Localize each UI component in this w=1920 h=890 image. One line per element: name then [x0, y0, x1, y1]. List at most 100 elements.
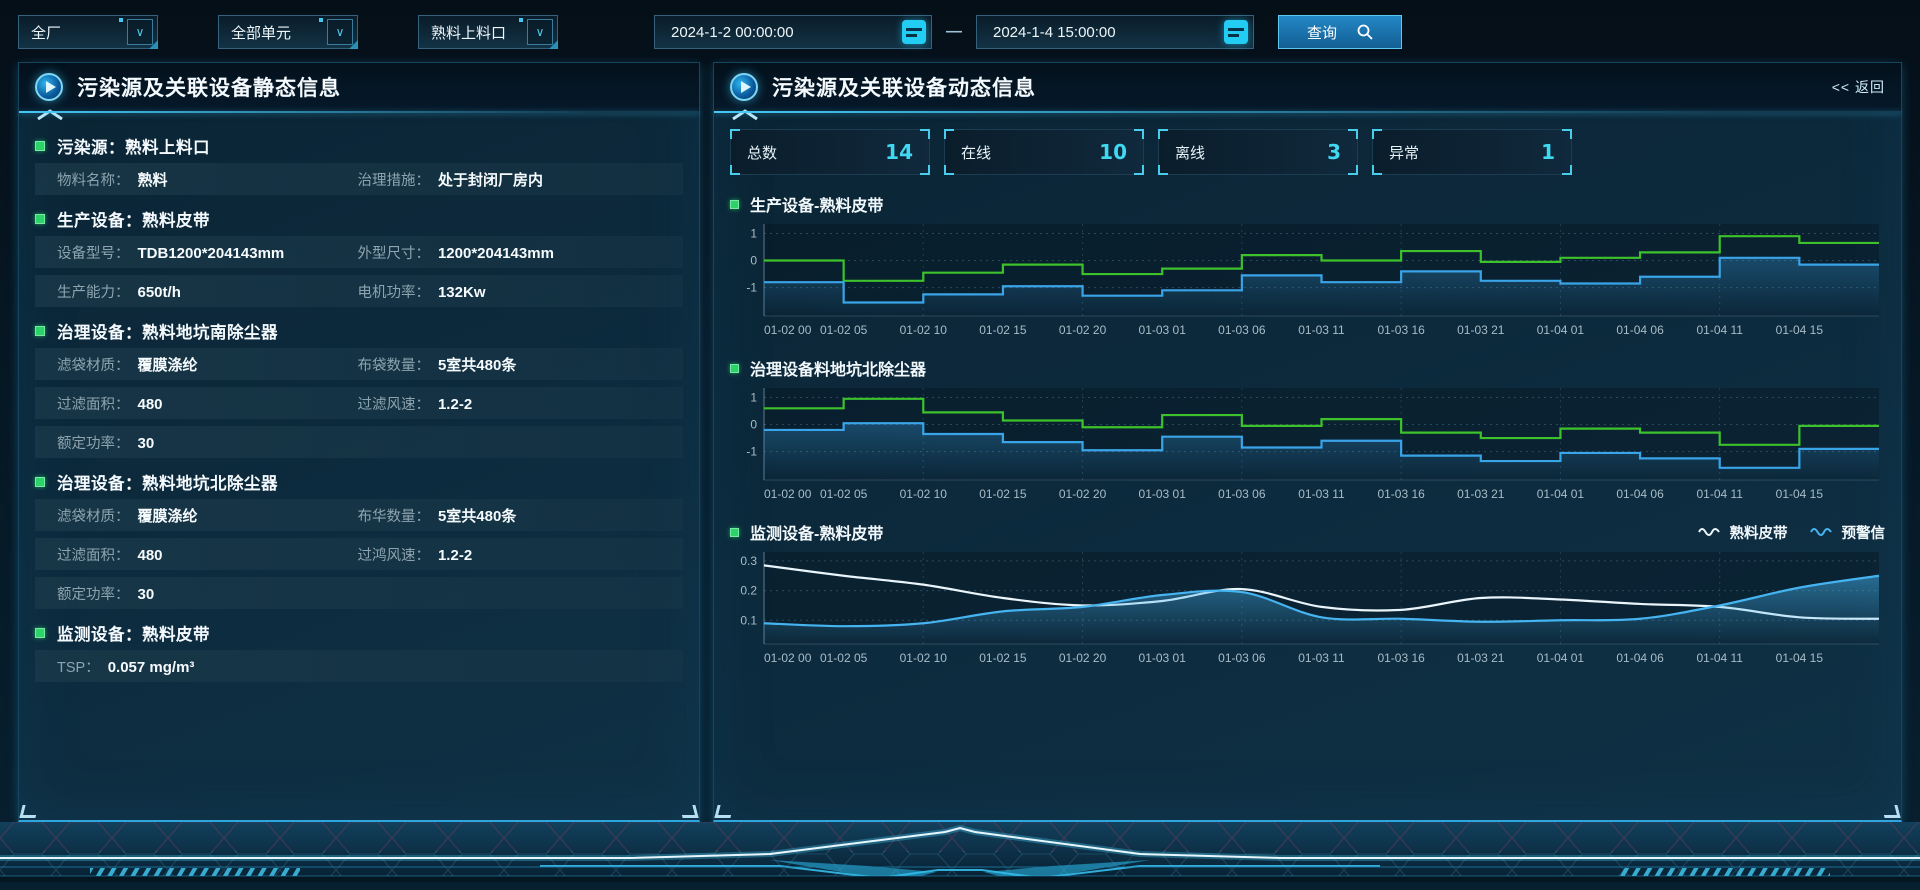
corner-bracket — [730, 129, 740, 139]
data-row: 过滤面积：480过滤风速：1.2-2 — [35, 387, 683, 419]
svg-text:01-03 21: 01-03 21 — [1457, 651, 1505, 665]
chart-title-row: 生产设备-熟料皮带 — [730, 191, 1885, 217]
end-datetime-value: 2024-1-4 15:00:00 — [993, 24, 1116, 41]
chevron-down-icon[interactable]: ∨ — [327, 19, 353, 45]
main-content: 污染源及关联设备静态信息 污染源：熟料上料口物料名称：熟料治理措施：处于封闭厂房… — [0, 54, 1920, 822]
charts-container: 生产设备-熟料皮带 10-101-02 0001-02 0501-02 1001-… — [730, 191, 1885, 670]
legend-item-熟料皮带[interactable]: 熟料皮带 — [1698, 522, 1788, 543]
svg-text:01-03 06: 01-03 06 — [1218, 323, 1266, 337]
chart-title: 监测设备-熟料皮带 — [750, 520, 883, 544]
corner-bracket — [944, 165, 954, 175]
svg-text:0.2: 0.2 — [740, 584, 757, 598]
field: 过鸿风速： 1.2-2 — [357, 544, 472, 565]
select-pollution-source-value: 熟料上料口 — [431, 22, 527, 43]
field: 滤袋材质：覆膜涤纶 — [57, 354, 357, 375]
legend-label: 预警信 — [1842, 522, 1886, 543]
field: TSP：0.057 mg/m³ — [57, 656, 357, 677]
field: 过滤风速：1.2-2 — [357, 393, 472, 414]
select-unit[interactable]: 全部单元 ∨ — [218, 15, 358, 49]
field-label: TSP： — [57, 656, 100, 677]
svg-text:01-02 20: 01-02 20 — [1059, 323, 1107, 337]
dynamic-panel-body: 总数14在线10离线3异常1 生产设备-熟料皮带10-101-02 0001-0… — [714, 111, 1901, 670]
legend-label: 熟料皮带 — [1730, 522, 1788, 543]
field: 设备型号：TDB1200*204143mm — [57, 242, 357, 263]
back-button[interactable]: << 返回 — [1832, 77, 1885, 97]
query-button[interactable]: 查询 — [1278, 15, 1402, 49]
green-square-icon — [730, 364, 739, 373]
data-row: 额定功率：30 — [35, 577, 683, 609]
stat-value: 10 — [1099, 140, 1127, 164]
stat-value: 14 — [885, 140, 913, 164]
corner-bracket — [1348, 165, 1358, 175]
chart-treatment-plot: 10-101-02 0001-02 0501-02 1001-02 1501-0… — [730, 384, 1885, 506]
corner-decoration — [19, 805, 38, 818]
field-label: 过鸿风速： — [357, 544, 430, 565]
field: 额定功率：30 — [57, 583, 357, 604]
select-plant[interactable]: 全厂 ∨ — [18, 15, 158, 49]
svg-text:01-03 21: 01-03 21 — [1457, 487, 1505, 501]
corner-bracket — [1158, 129, 1168, 139]
date-range-separator: — — [946, 23, 962, 41]
data-row: 滤袋材质：覆膜涤纶布袋数量： 5室共480条 — [35, 348, 683, 380]
chart-title-row: 监测设备-熟料皮带 熟料皮带 预警信 — [730, 519, 1885, 545]
calendar-icon[interactable] — [902, 20, 926, 44]
dynamic-panel-header: 污染源及关联设备动态信息 — [714, 63, 1901, 111]
field: 过滤面积：480 — [57, 544, 357, 565]
chevron-down-icon[interactable]: ∨ — [527, 19, 553, 45]
corner-decoration — [714, 805, 733, 818]
svg-text:01-03 01: 01-03 01 — [1139, 651, 1187, 665]
svg-text:01-04 15: 01-04 15 — [1776, 323, 1824, 337]
field: 滤袋材质：覆膜涤纶 — [57, 505, 357, 526]
field-value: 5室共480条 — [438, 354, 516, 375]
data-row: 滤袋材质：覆膜涤纶布华数量： 5室共480条 — [35, 499, 683, 531]
svg-text:01-02 00: 01-02 00 — [764, 323, 812, 337]
corner-bracket — [1562, 165, 1572, 175]
data-row: 设备型号：TDB1200*204143mm外型尺寸：1200*204143mm — [35, 236, 683, 268]
static-panel-header: 污染源及关联设备静态信息 — [19, 63, 699, 111]
data-row: 生产能力：650t/h电机功率：132Kw — [35, 275, 683, 307]
field-value: 覆膜涤纶 — [138, 354, 198, 375]
stat-card-异常: 异常1 — [1372, 129, 1572, 175]
svg-text:1: 1 — [750, 226, 757, 240]
svg-text:01-03 01: 01-03 01 — [1139, 487, 1187, 501]
svg-text:01-04 06: 01-04 06 — [1616, 323, 1664, 337]
corner-bracket — [730, 165, 740, 175]
green-square-icon — [730, 200, 739, 209]
search-icon — [1357, 24, 1373, 40]
legend-item-预警信[interactable]: 预警信 — [1810, 522, 1886, 543]
select-pollution-source[interactable]: 熟料上料口 ∨ — [418, 15, 558, 49]
field-label: 额定功率： — [57, 432, 130, 453]
svg-text:01-02 20: 01-02 20 — [1059, 651, 1107, 665]
calendar-icon[interactable] — [1224, 20, 1248, 44]
chart-title-row: 治理设备料地坑北除尘器 — [730, 355, 1885, 381]
field-label: 布华数量： — [357, 505, 430, 526]
field-value: 480 — [138, 396, 163, 413]
svg-text:01-02 05: 01-02 05 — [820, 651, 868, 665]
corner-bracket — [920, 129, 930, 139]
field-value: 30 — [138, 586, 155, 603]
green-square-icon — [35, 477, 45, 487]
chevron-up-decoration — [730, 108, 760, 121]
start-datetime-input[interactable]: 2024-1-2 00:00:00 — [654, 15, 932, 49]
section-title: 治理设备：熟料地坑南除尘器 — [57, 319, 278, 343]
panel-notch-decoration — [557, 63, 653, 72]
svg-text:01-02 05: 01-02 05 — [820, 487, 868, 501]
field-value: 1.2-2 — [438, 547, 472, 564]
start-datetime-value: 2024-1-2 00:00:00 — [671, 24, 794, 41]
field-label: 布袋数量： — [357, 354, 430, 375]
chart-production-plot: 10-101-02 0001-02 0501-02 1001-02 1501-0… — [730, 220, 1885, 342]
chart-production: 生产设备-熟料皮带10-101-02 0001-02 0501-02 1001-… — [730, 191, 1885, 342]
end-datetime-input[interactable]: 2024-1-4 15:00:00 — [976, 15, 1254, 49]
field-label: 物料名称： — [57, 169, 130, 190]
static-info-rows: 污染源：熟料上料口物料名称：熟料治理措施：处于封闭厂房内生产设备：熟料皮带设备型… — [19, 111, 699, 682]
chevron-down-icon[interactable]: ∨ — [127, 19, 153, 45]
field-value: 650t/h — [138, 284, 181, 301]
field-value: 熟料 — [138, 169, 168, 190]
field-value: 覆膜涤纶 — [138, 505, 198, 526]
svg-text:01-02 05: 01-02 05 — [820, 323, 868, 337]
svg-text:01-04 15: 01-04 15 — [1776, 487, 1824, 501]
field-value: 5室共480条 — [438, 505, 516, 526]
svg-text:01-03 16: 01-03 16 — [1377, 323, 1425, 337]
field-label: 过滤风速： — [357, 393, 430, 414]
svg-text:01-03 16: 01-03 16 — [1377, 487, 1425, 501]
